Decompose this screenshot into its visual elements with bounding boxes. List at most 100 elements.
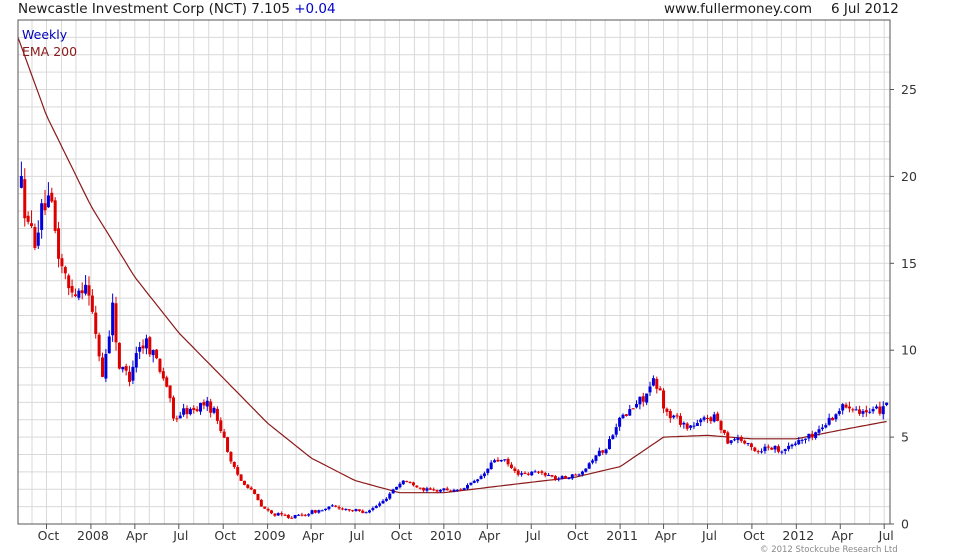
candle-down xyxy=(192,407,196,411)
candle-down xyxy=(601,450,605,453)
candle-up xyxy=(388,493,392,499)
candle-down xyxy=(90,295,94,312)
candle-down xyxy=(716,413,720,421)
candle-down xyxy=(340,508,344,510)
candle-up xyxy=(297,514,301,516)
candle-up xyxy=(368,510,372,513)
x-tick-label: 2012 xyxy=(782,528,814,543)
candle-up xyxy=(618,417,622,427)
candle-down xyxy=(259,499,263,507)
candle-up xyxy=(36,232,40,246)
candle-down xyxy=(459,489,463,491)
candle-up xyxy=(820,427,824,430)
candle-up xyxy=(760,451,764,453)
candle-down xyxy=(100,357,104,377)
candle-up xyxy=(276,513,280,516)
candle-down xyxy=(226,437,230,452)
candle-down xyxy=(753,447,757,451)
candle-down xyxy=(303,514,307,516)
candle-down xyxy=(449,490,453,492)
candle-up xyxy=(199,403,203,412)
candle-up xyxy=(729,440,733,443)
candle-down xyxy=(87,285,91,296)
candle-up xyxy=(131,366,135,381)
candle-up xyxy=(635,404,639,408)
candle-down xyxy=(269,510,273,514)
x-tick-label: Jul xyxy=(701,528,717,543)
candle-down xyxy=(540,471,544,473)
candle-up xyxy=(682,422,686,425)
candle-down xyxy=(435,490,439,492)
candle-up xyxy=(364,512,368,514)
candle-down xyxy=(405,480,409,482)
candle-up xyxy=(817,429,821,433)
candle-up xyxy=(638,396,642,405)
candle-down xyxy=(411,482,415,486)
candle-down xyxy=(124,366,128,371)
candle-up xyxy=(520,473,524,475)
candle-up xyxy=(486,468,490,473)
candle-up xyxy=(780,451,784,453)
candle-up xyxy=(178,415,182,419)
candle-down xyxy=(357,509,361,511)
candle-up xyxy=(381,500,385,504)
candle-up xyxy=(651,378,655,386)
candle-up xyxy=(614,427,618,435)
candle-down xyxy=(219,420,223,432)
candle-up xyxy=(570,474,574,479)
candle-down xyxy=(553,476,557,480)
candle-down xyxy=(63,267,67,274)
candle-up xyxy=(567,477,571,479)
candle-down xyxy=(50,192,54,202)
candle-up xyxy=(151,349,155,356)
candle-up xyxy=(597,450,601,456)
candle-up xyxy=(401,480,405,485)
candle-down xyxy=(766,446,770,448)
candle-down xyxy=(513,468,517,471)
candle-up xyxy=(874,406,878,409)
candle-down xyxy=(73,294,77,297)
candle-down xyxy=(33,227,37,248)
candle-up xyxy=(452,489,456,492)
candle-up xyxy=(699,419,703,423)
candle-up xyxy=(212,407,216,413)
candle-down xyxy=(185,408,189,415)
candle-up xyxy=(733,439,737,441)
candle-down xyxy=(574,474,578,476)
candle-down xyxy=(726,432,730,444)
candle-up xyxy=(182,408,186,415)
candle-up xyxy=(881,406,885,415)
candle-down xyxy=(415,485,419,488)
candle-down xyxy=(351,510,355,512)
candle-down xyxy=(165,377,169,387)
candle-up xyxy=(584,468,588,472)
candle-down xyxy=(283,514,287,516)
candle-down xyxy=(97,334,101,357)
candle-down xyxy=(685,423,689,429)
website-link[interactable]: www.fullermoney.com xyxy=(664,1,812,17)
candle-up xyxy=(493,460,497,463)
candle-up xyxy=(111,302,115,336)
candle-up xyxy=(692,425,696,427)
candle-down xyxy=(195,409,199,412)
x-tick-label: Jul xyxy=(878,528,894,543)
candle-down xyxy=(509,464,513,469)
legend-ema: EMA 200 xyxy=(22,44,78,59)
candle-up xyxy=(479,476,483,479)
candle-down xyxy=(678,415,682,425)
candle-down xyxy=(280,513,284,515)
candle-up xyxy=(611,435,615,439)
candle-down xyxy=(705,418,709,420)
x-tick-label: 2010 xyxy=(430,528,462,543)
x-tick-label: 2008 xyxy=(77,528,109,543)
candle-up xyxy=(391,489,395,494)
candle-up xyxy=(499,459,503,462)
candle-up xyxy=(324,508,328,510)
candle-down xyxy=(168,385,172,399)
title-text: Newcastle Investment Corp (NCT) 7.105 xyxy=(18,1,290,17)
candle-down xyxy=(428,488,432,490)
candle-up xyxy=(395,486,399,490)
candle-up xyxy=(466,485,470,489)
candle-up xyxy=(824,425,828,428)
candle-down xyxy=(668,411,672,419)
